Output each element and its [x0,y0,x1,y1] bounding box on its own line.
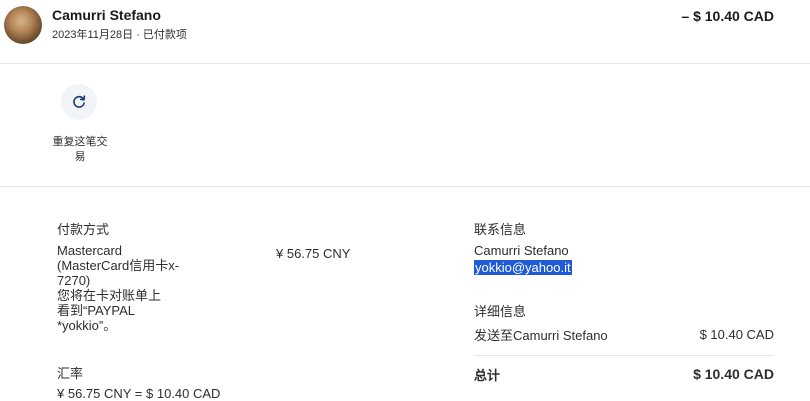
transaction-header: Camurri Stefano 2023年11月28日 · 已付款项 – $ 1… [0,0,810,64]
payment-method-title: 付款方式 [57,222,110,237]
divider [474,355,774,356]
card-line: 看到“PAYPAL [57,303,136,318]
refresh-icon [73,95,86,108]
card-line: Mastercard [57,243,123,258]
detail-amount: $ 10.40 CAD [699,327,774,342]
payment-amount: ¥ 56.75 CNY [276,246,351,261]
detail-label: 发送至Camurri Stefano [474,328,608,343]
avatar [4,6,42,44]
contact-info-title: 联系信息 [474,222,527,237]
total-amount: $ 10.40 CAD [693,366,774,382]
card-line: *yokkio”。 [57,318,117,333]
contact-email-link[interactable]: yokkio@yahoo.it [474,260,572,275]
counterparty-name: Camurri Stefano [52,7,161,23]
card-line: 您将在卡对账单上 [57,288,162,303]
card-line: 7270) [57,273,91,288]
card-line: (MasterCard信用卡x- [57,258,180,273]
repeat-transaction-label[interactable]: 重复这笔交易 [50,135,110,165]
transaction-date: 2023年11月28日 [52,29,134,41]
card-description: Mastercard (MasterCard信用卡x- 7270) 您将在卡对账… [57,243,207,333]
exchange-rate-value: ¥ 56.75 CNY = $ 10.40 CAD [57,386,221,401]
transaction-status: 已付款项 [142,29,187,41]
separator-dot: · [136,29,140,41]
contact-name: Camurri Stefano [474,243,569,258]
detail-row: 发送至Camurri Stefano $ 10.40 CAD [474,325,774,344]
total-label: 总计 [474,368,501,383]
transaction-amount: – $ 10.40 CAD [681,8,774,24]
repeat-transaction-button[interactable] [61,84,97,120]
details-title: 详细信息 [474,304,527,319]
action-bar: 重复这笔交易 [0,64,810,187]
exchange-rate-title: 汇率 [57,366,84,381]
transaction-subline: 2023年11月28日 · 已付款项 [52,26,187,42]
